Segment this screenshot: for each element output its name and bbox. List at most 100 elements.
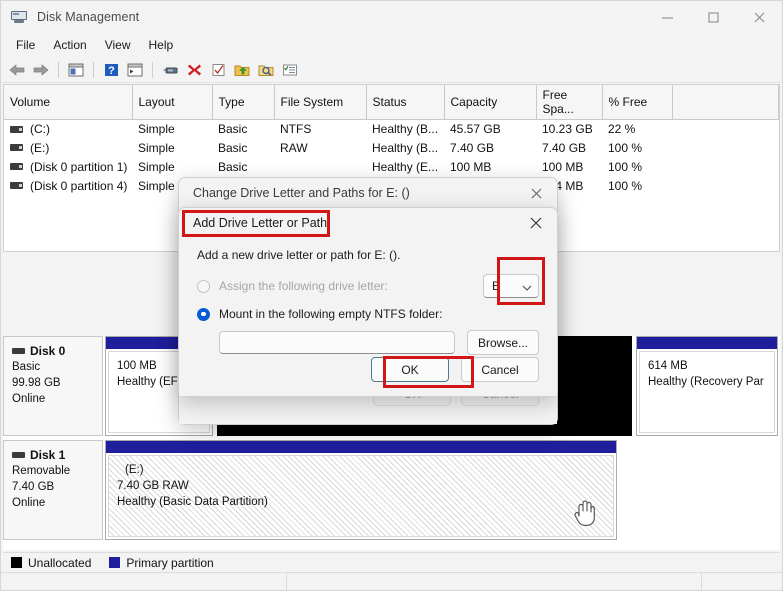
column-header-file-system[interactable]: File System [274,85,367,120]
cell-volume: (E:) [4,139,132,158]
show-hide-console-tree-icon[interactable] [65,59,87,81]
minimize-icon[interactable] [644,1,690,33]
disk-size: 7.40 GB [12,481,55,493]
delete-icon[interactable] [183,59,205,81]
column-header-capacity[interactable]: Capacity [444,85,537,120]
cancel-button[interactable]: Cancel [461,357,539,382]
maximize-icon[interactable] [690,1,736,33]
partition-color-bar [106,441,616,453]
column-header-type[interactable]: Type [212,85,275,120]
legend-item-primary-partition: Primary partition [109,555,214,570]
column-header-percent-free[interactable]: % Free [602,85,673,120]
table-row[interactable]: (Disk 0 partition 1) Simple Basic Health… [4,158,779,177]
window-title: Disk Management [37,10,140,24]
volume-disk-icon [10,144,23,152]
assign-drive-letter-radio[interactable] [197,279,210,293]
legend-label: Unallocated [28,555,92,570]
disk-management-window: Disk Management File Action View Help ? … [0,0,783,591]
disk-state: Online [12,497,46,509]
legend-item-unallocated: Unallocated [11,556,91,570]
toolbar-separator-2 [93,61,94,78]
help-icon[interactable]: ? [100,59,122,81]
legend-label: Primary partition [126,555,214,570]
volume-disk-icon [10,182,23,190]
close-icon[interactable] [515,208,557,238]
mount-folder-label: Mount in the following empty NTFS folder… [219,307,443,321]
partition-status: Healthy (Basic Data Partition) [117,496,268,508]
dialog-body: Add a new drive letter or path for E: ()… [179,238,557,396]
drive-letter-combo[interactable]: E [483,274,539,298]
disk-info-1[interactable]: Disk 1 Removable 7.40 GB Online [3,440,103,540]
disk-name: Disk 1 [12,447,94,463]
back-arrow-icon[interactable] [6,59,28,81]
folder-search-icon[interactable] [255,59,277,81]
column-header-filler [672,85,779,120]
column-header-status[interactable]: Status [366,85,445,120]
show-hide-action-pane-icon[interactable] [124,59,146,81]
assign-drive-letter-label: Assign the following drive letter: [219,279,388,293]
cell-percent-free: 100 % [608,141,643,155]
mount-path-input[interactable] [219,331,455,354]
close-icon[interactable] [515,178,557,208]
menu-item-help[interactable]: Help [140,36,183,54]
cell-status: Healthy (B... [372,141,439,155]
ok-button[interactable]: OK [371,357,449,382]
partition-status: Healthy (Recovery Par [648,376,764,388]
window-controls [644,1,782,33]
legend: Unallocated Primary partition [3,552,780,572]
cell-free-space: 100 MB [542,160,584,174]
disk-icon [12,451,25,458]
column-header-layout[interactable]: Layout [132,85,213,120]
close-icon[interactable] [736,1,782,33]
checkbox-icon[interactable] [207,59,229,81]
add-drive-letter-dialog: Add Drive Letter or Path Add a new drive… [178,207,558,397]
cell-capacity: 100 MB [450,160,492,174]
cell-volume: (C:) [4,120,132,139]
cell-type: Basic [218,160,248,174]
volume-disk-icon [10,125,23,133]
mount-folder-radio[interactable] [197,307,210,321]
mount-path-row: Browse... [219,330,539,355]
properties-disk-icon[interactable] [159,59,181,81]
cell-type: Basic [218,122,248,137]
cell-layout: Simple [138,160,175,174]
list-properties-icon[interactable] [279,59,301,81]
assign-drive-letter-row[interactable]: Assign the following drive letter: E [197,274,539,298]
chevron-down-icon [522,281,532,295]
browse-button[interactable]: Browse... [467,330,539,355]
cell-percent-free: 22 % [608,122,636,137]
column-header-free-space[interactable]: Free Spa... [536,85,603,120]
disk-management-icon [11,9,29,25]
partition-e-drive[interactable]: (E:) 7.40 GB RAW Healthy (Basic Data Par… [105,440,617,540]
partition-recovery[interactable]: 614 MB Healthy (Recovery Par [636,336,778,436]
cell-free-space: 10.23 GB [542,122,593,137]
disk-type: Removable [12,465,71,477]
folder-up-icon[interactable] [231,59,253,81]
table-row[interactable]: (C:) Simple Basic NTFS Healthy (B... 45.… [4,120,779,139]
menu-item-file[interactable]: File [7,36,44,54]
dialog-title: Change Drive Letter and Paths for E: () [193,186,410,200]
cell-free-space: 7.40 GB [542,141,587,155]
disk-icon [12,347,25,354]
cell-file-system: NTFS [280,122,312,137]
disk-info-0[interactable]: Disk 0 Basic 99.98 GB Online [3,336,103,436]
menu-item-view[interactable]: View [96,36,140,54]
disk-partitions-1: (E:) 7.40 GB RAW Healthy (Basic Data Par… [103,440,780,540]
hand-cursor [573,499,595,530]
partition-size: 7.40 GB RAW [117,480,189,492]
mount-folder-row[interactable]: Mount in the following empty NTFS folder… [197,307,539,321]
forward-arrow-icon[interactable] [30,59,52,81]
cell-status: Healthy (B... [372,122,439,137]
table-row[interactable]: (E:) Simple Basic RAW Healthy (B... 7.40… [4,139,779,158]
column-header-volume[interactable]: Volume [4,85,133,120]
cell-volume: (Disk 0 partition 1) [4,158,132,177]
legend-swatch-primary [109,557,121,568]
dialog-title-bar: Change Drive Letter and Paths for E: () [179,178,557,208]
partition-body: (E:) 7.40 GB RAW Healthy (Basic Data Par… [108,455,614,537]
partition-size: 614 MB [648,360,688,372]
disk-name: Disk 0 [12,343,94,359]
disk-row-1[interactable]: Disk 1 Removable 7.40 GB Online (E:) 7.4… [3,440,780,540]
disk-type: Basic [12,361,41,373]
cell-percent-free: 100 % [608,179,643,193]
menu-item-action[interactable]: Action [44,36,95,54]
